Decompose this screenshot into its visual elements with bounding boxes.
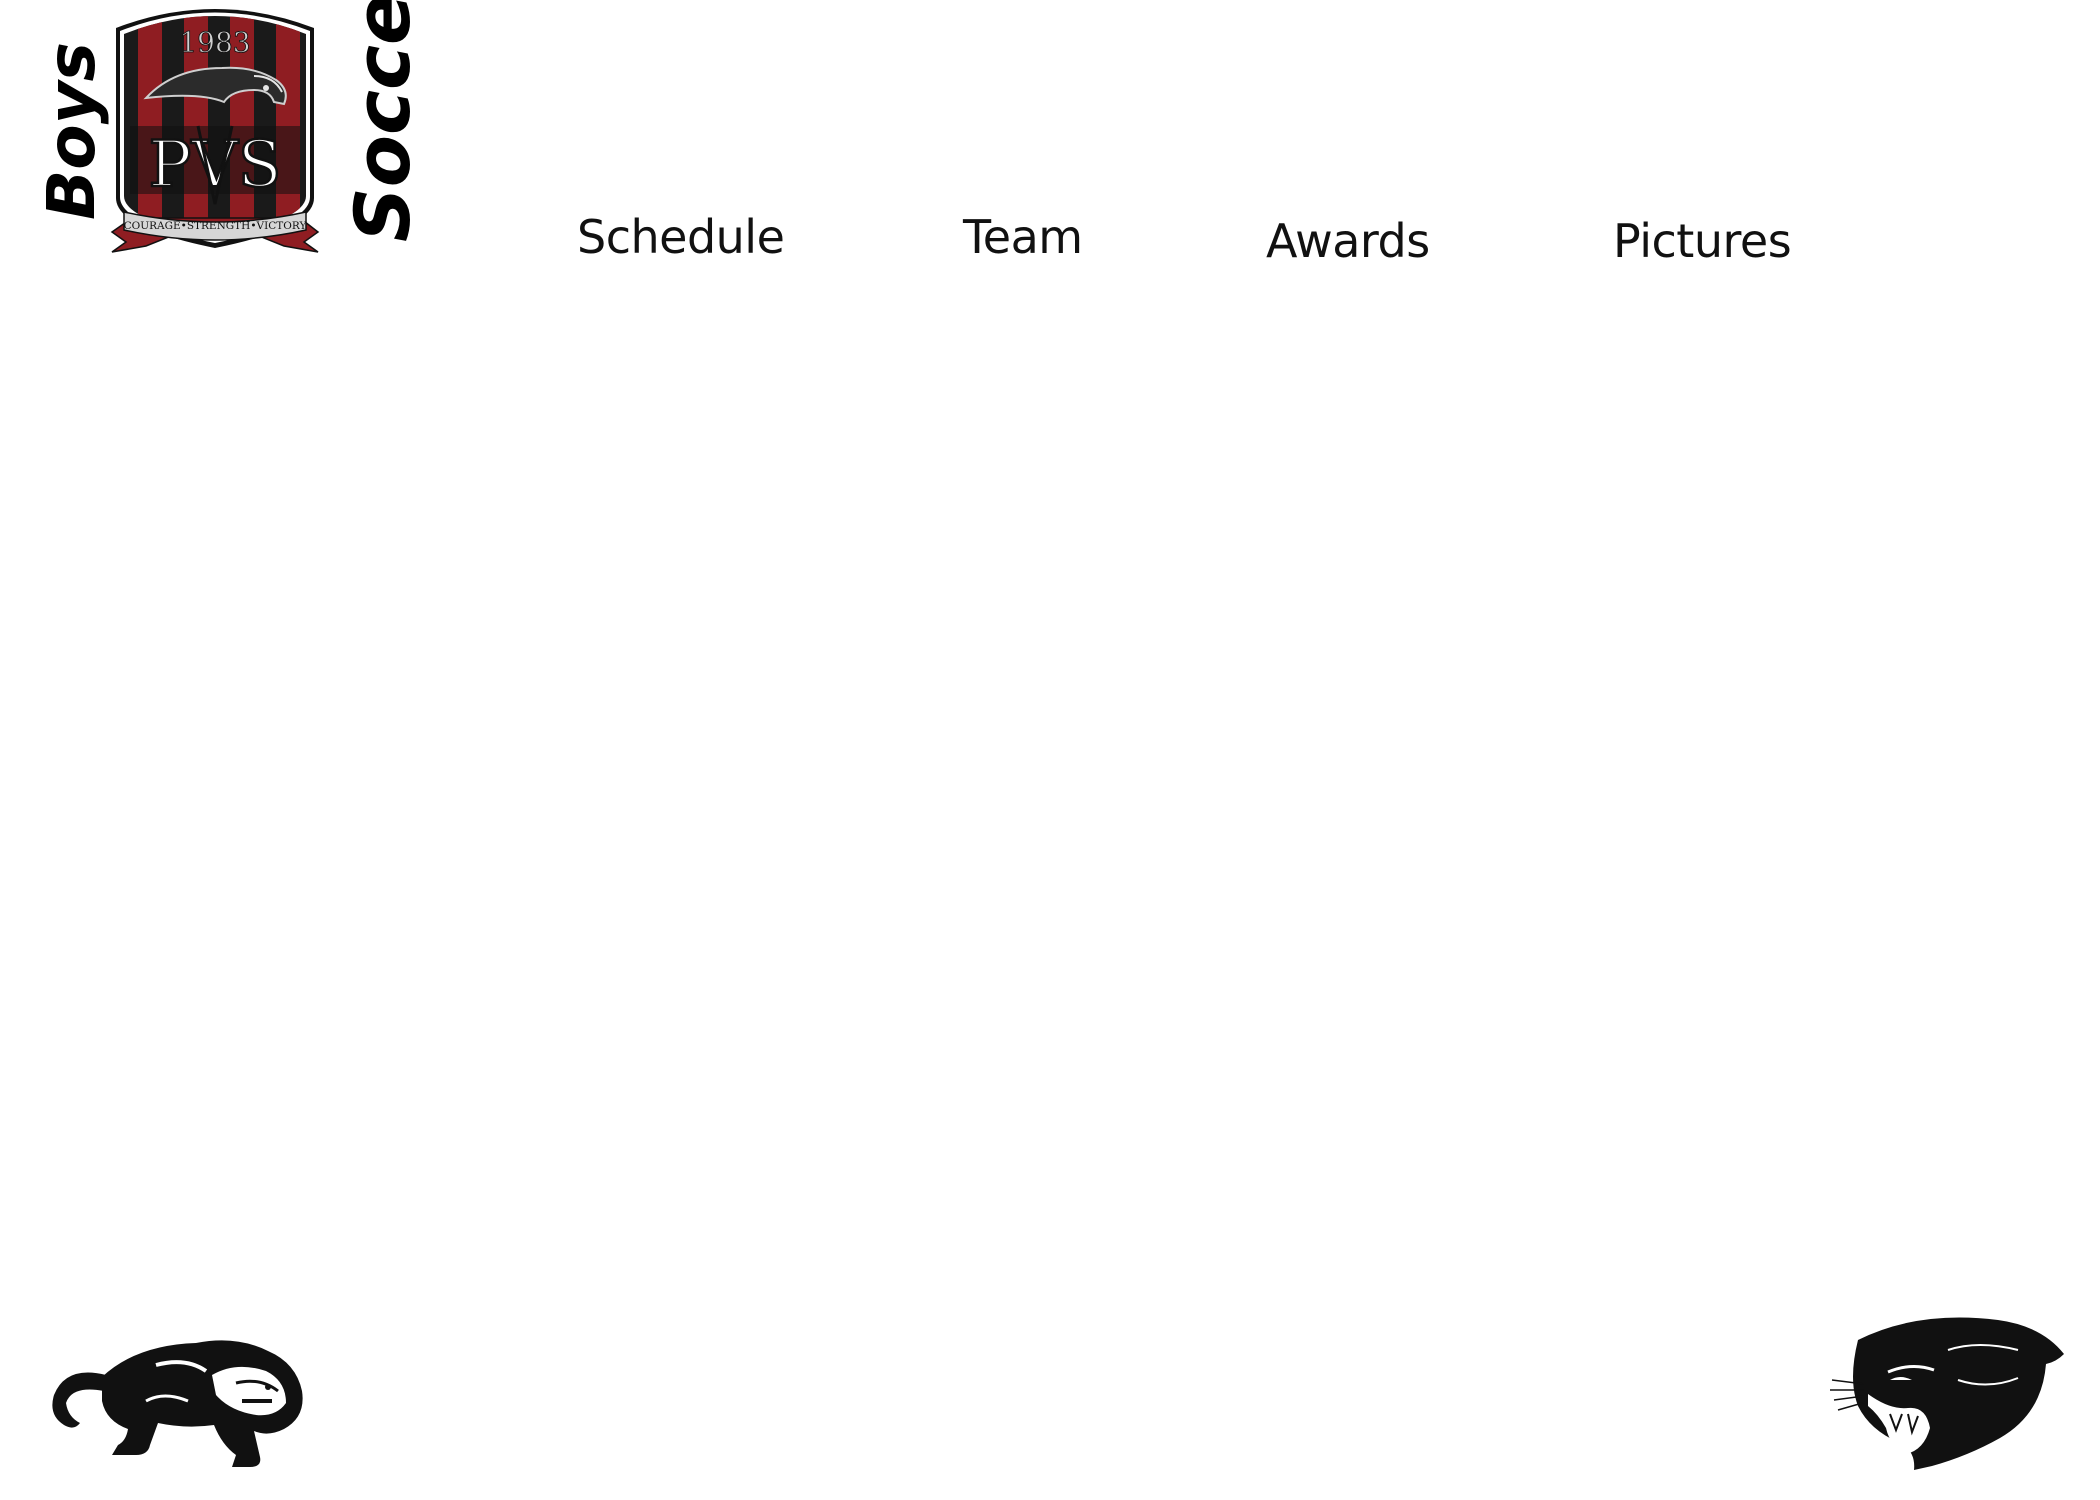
crouching-panther-icon (52, 1340, 303, 1467)
nav-pictures-link[interactable]: Pictures (1613, 214, 1792, 268)
nav-awards-link[interactable]: Awards (1266, 214, 1430, 268)
site-title-boys: Boys (33, 42, 110, 220)
pvs-crest-logo[interactable]: 1983 PVS COURAGE•STRENGTH•VICTORY (104, 6, 326, 262)
crest-motto: COURAGE•STRENGTH•VICTORY (124, 220, 308, 232)
site-title-soccer: Soccer (338, 0, 427, 242)
nav-team-link[interactable]: Team (963, 210, 1083, 264)
crest-year: 1983 (179, 26, 250, 59)
nav-schedule-link[interactable]: Schedule (577, 210, 785, 264)
crest-initials: PVS (148, 128, 281, 202)
roaring-panther-head-icon (1830, 1317, 2064, 1470)
